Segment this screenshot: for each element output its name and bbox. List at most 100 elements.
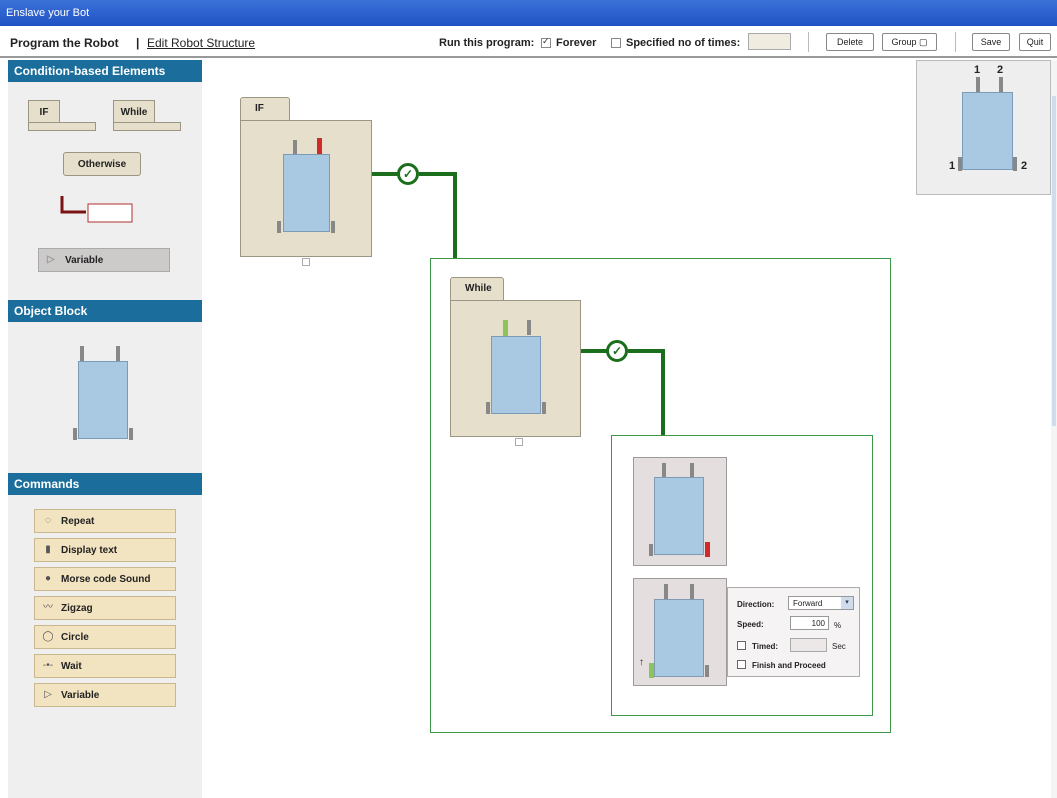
robot-motor-2-active [317,138,322,155]
bulb-icon: ● [44,573,52,584]
quit-button[interactable]: Quit [1019,33,1051,51]
robot-wheel-right [331,221,335,233]
app-window: Enslave your Bot Program the Robot | Edi… [0,0,1057,798]
chevron-down-icon: ▾ [841,597,853,609]
check-icon: ✓ [606,340,628,362]
command-block-1[interactable] [633,457,727,566]
toolbar-divider [808,32,809,52]
finish-checkbox[interactable] [737,660,746,669]
specified-times-label: Specified no of times: [626,37,741,49]
element-palette: Condition-based Elements IF While Otherw… [8,60,202,798]
variable-arrow-icon: ▷ [47,254,55,265]
while-block-tab[interactable]: While [450,277,504,301]
delete-button[interactable]: Delete [826,33,874,51]
command-wait[interactable]: -•- Wait [34,654,176,678]
repeat-icon: ◌ [45,515,51,526]
command-label: Variable [61,690,100,701]
speed-input[interactable]: 100 [790,616,829,630]
command-label: Morse code Sound [61,574,151,585]
command-block-2[interactable]: ↑ [633,578,727,686]
connector-line [661,349,665,436]
otherwise-element[interactable]: Otherwise [63,152,141,176]
object-block-robot[interactable] [70,346,142,442]
robot-structure-preview: 1 2 1 2 [916,60,1051,195]
command-circle[interactable]: ◯ Circle [34,625,176,649]
connector-line [419,172,457,176]
connector-element[interactable] [60,194,140,230]
variable-icon: ▷ [44,689,52,700]
robot-motor-2 [690,584,694,600]
robot-motor-1 [976,77,980,93]
robot-body [654,599,704,677]
command-variable[interactable]: ▷ Variable [34,683,176,707]
preview-top-label-2: 2 [997,64,1004,76]
robot-wheel-right [129,428,133,440]
if-element[interactable]: IF [28,100,60,124]
command-display-text[interactable]: ▮ Display text [34,538,176,562]
zigzag-icon: 〰 [43,602,53,613]
robot-wheel-left [649,544,653,556]
command-label: Circle [61,632,89,643]
if-element-base[interactable] [28,122,96,131]
preview-top-label-1: 1 [974,64,981,76]
command-label: Repeat [61,516,95,527]
timed-label: Timed: [752,642,779,651]
connector-target-box [87,203,133,223]
while-block-handle[interactable] [515,438,523,446]
wait-icon: -•- [42,660,54,671]
check-icon: ✓ [397,163,419,185]
window-title-bar: Enslave your Bot [0,0,1057,26]
robot-motor-1 [664,584,668,600]
robot-body [283,154,330,232]
if-block[interactable] [240,120,372,257]
window-title: Enslave your Bot [6,7,90,19]
speed-label: Speed: [737,620,764,629]
specified-times-checkbox[interactable] [611,38,621,48]
canvas-scrollbar-thumb[interactable] [1052,96,1056,426]
group-button[interactable]: Group ▢ [882,33,937,51]
if-block-tab[interactable]: IF [240,97,290,121]
timed-checkbox[interactable] [737,641,746,650]
toolbar-divider [955,32,956,52]
robot-motor-2 [690,463,694,478]
preview-side-label-1: 1 [949,160,956,172]
save-button[interactable]: Save [972,33,1010,51]
command-zigzag[interactable]: 〰 Zigzag [34,596,176,620]
robot-body [654,477,704,555]
condition-section-header: Condition-based Elements [8,60,202,82]
while-element[interactable]: While [113,100,155,124]
connector-line [453,172,457,259]
command-label: Zigzag [61,603,93,614]
robot-wheel-left-active [649,663,654,678]
connector-line [581,349,607,353]
edit-structure-link[interactable]: Edit Robot Structure [147,36,255,50]
commands-section-header: Commands [8,473,202,495]
if-block-handle[interactable] [302,258,310,266]
while-block[interactable] [450,300,581,437]
robot-body [491,336,541,414]
timed-unit: Sec [832,642,846,651]
command-morse-sound[interactable]: ● Morse code Sound [34,567,176,591]
robot-wheel-right-active [705,542,710,557]
while-element-base[interactable] [113,122,181,131]
robot-motor-2 [999,77,1003,93]
object-section-header: Object Block [8,300,202,322]
robot-motor-1 [80,346,84,362]
command-repeat[interactable]: ◌ Repeat [34,509,176,533]
header-toolbar: Program the Robot | Edit Robot Structure… [0,26,1057,58]
robot-wheel-left [73,428,77,440]
preview-side-label-2: 2 [1021,160,1028,172]
direction-label: Direction: [737,600,775,609]
specified-times-input[interactable] [748,33,791,50]
robot-body [962,92,1013,170]
motor-options-panel: Direction: Forward ▾ Speed: 100 % Timed:… [727,587,860,677]
robot-motor-2 [116,346,120,362]
robot-wheel-left [486,402,490,414]
timed-input[interactable] [790,638,827,652]
condition-variable-element[interactable]: ▷ Variable [38,248,170,272]
run-program-label: Run this program: [439,37,535,49]
direction-select[interactable]: Forward ▾ [788,596,854,610]
forever-label: Forever [556,37,597,49]
finish-label: Finish and Proceed [752,661,826,670]
forever-checkbox[interactable] [541,36,551,48]
